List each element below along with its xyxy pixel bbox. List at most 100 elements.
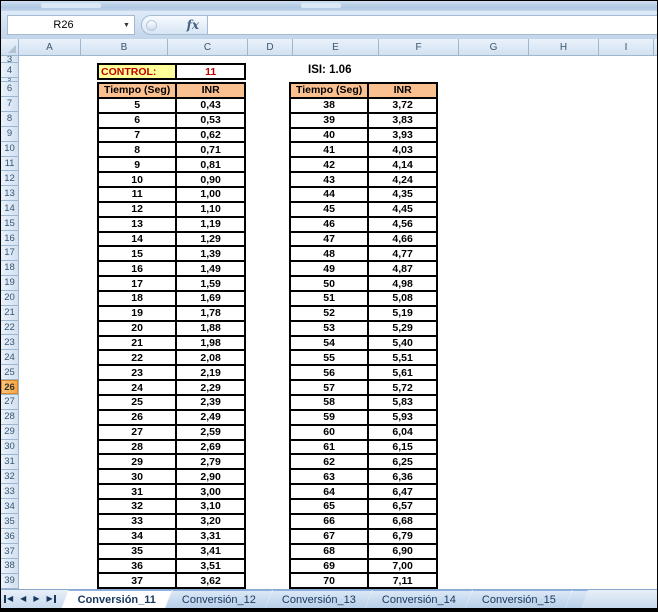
inr-cell[interactable]: 1,69 xyxy=(177,292,244,305)
inr-cell[interactable]: 5,83 xyxy=(369,396,436,409)
time-cell[interactable]: 45 xyxy=(291,203,369,216)
row-header-39[interactable]: 39 xyxy=(1,574,19,589)
isi-value-cell[interactable]: ISI: 1.06 xyxy=(308,64,351,76)
time-cell[interactable]: 15 xyxy=(99,247,177,260)
inr-cell[interactable]: 0,53 xyxy=(177,114,244,127)
previous-sheet-button[interactable]: ◀ xyxy=(20,595,26,603)
time-cell[interactable]: 61 xyxy=(291,441,369,454)
column-header-f[interactable]: F xyxy=(379,39,459,56)
time-cell[interactable]: 35 xyxy=(99,545,177,558)
row-header-22[interactable]: 22 xyxy=(1,321,19,336)
time-cell[interactable]: 23 xyxy=(99,366,177,379)
first-sheet-button[interactable]: ◀ xyxy=(4,595,13,603)
inr-cell[interactable]: 2,69 xyxy=(177,441,244,454)
formula-input[interactable] xyxy=(207,15,657,35)
time-cell[interactable]: 27 xyxy=(99,426,177,439)
time-cell[interactable]: 48 xyxy=(291,247,369,260)
inr-cell[interactable]: 1,59 xyxy=(177,277,244,290)
time-cell[interactable]: 57 xyxy=(291,381,369,394)
sheet-area[interactable]: CONTROL: 11 ISI: 1.06 Tiempo (Seg) INR 5… xyxy=(19,56,657,589)
time-cell[interactable]: 6 xyxy=(99,114,177,127)
sheet-tab-1[interactable]: Conversión_11 xyxy=(62,590,172,608)
inr-cell[interactable]: 6,25 xyxy=(369,455,436,468)
time-cell[interactable]: 30 xyxy=(99,470,177,483)
time-header-cell[interactable]: Tiempo (Seg) xyxy=(291,84,369,97)
time-cell[interactable]: 21 xyxy=(99,337,177,350)
inr-cell[interactable]: 5,72 xyxy=(369,381,436,394)
row-header-20[interactable]: 20 xyxy=(1,291,19,306)
time-cell[interactable]: 47 xyxy=(291,233,369,246)
row-header-15[interactable]: 15 xyxy=(1,216,19,231)
time-cell[interactable]: 63 xyxy=(291,470,369,483)
time-cell[interactable]: 31 xyxy=(99,485,177,498)
time-cell[interactable]: 55 xyxy=(291,351,369,364)
column-header-partial[interactable] xyxy=(654,39,658,56)
time-cell[interactable]: 60 xyxy=(291,426,369,439)
inr-cell[interactable]: 7,11 xyxy=(369,574,436,587)
time-cell[interactable]: 29 xyxy=(99,455,177,468)
sheet-tab-2[interactable]: Conversión_12 xyxy=(166,590,272,608)
time-header-cell[interactable]: Tiempo (Seg) xyxy=(99,84,177,97)
inr-cell[interactable]: 3,93 xyxy=(369,129,436,142)
row-header-35[interactable]: 35 xyxy=(1,514,19,529)
row-header-37[interactable]: 37 xyxy=(1,544,19,559)
row-header-6[interactable]: 6 xyxy=(1,82,19,97)
inr-cell[interactable]: 5,61 xyxy=(369,366,436,379)
time-cell[interactable]: 36 xyxy=(99,560,177,573)
inr-cell[interactable]: 1,00 xyxy=(177,188,244,201)
row-header-33[interactable]: 33 xyxy=(1,484,19,499)
inr-cell[interactable]: 6,68 xyxy=(369,515,436,528)
inr-cell[interactable]: 2,49 xyxy=(177,411,244,424)
row-header-23[interactable]: 23 xyxy=(1,335,19,350)
time-cell[interactable]: 10 xyxy=(99,173,177,186)
time-cell[interactable]: 25 xyxy=(99,396,177,409)
time-cell[interactable]: 67 xyxy=(291,530,369,543)
time-cell[interactable]: 33 xyxy=(99,515,177,528)
inr-cell[interactable]: 6,15 xyxy=(369,441,436,454)
inr-cell[interactable]: 3,31 xyxy=(177,530,244,543)
name-box[interactable]: R26 ▼ xyxy=(7,15,135,35)
control-value-cell[interactable]: 11 xyxy=(177,65,244,78)
time-cell[interactable]: 32 xyxy=(99,500,177,513)
row-header-17[interactable]: 17 xyxy=(1,246,19,261)
inr-cell[interactable]: 2,19 xyxy=(177,366,244,379)
row-header-21[interactable]: 21 xyxy=(1,306,19,321)
inr-cell[interactable]: 0,43 xyxy=(177,99,244,112)
row-header-13[interactable]: 13 xyxy=(1,186,19,201)
row-header-3[interactable]: 3 xyxy=(1,56,19,63)
time-cell[interactable]: 34 xyxy=(99,530,177,543)
inr-cell[interactable]: 1,19 xyxy=(177,218,244,231)
time-cell[interactable]: 38 xyxy=(291,99,369,112)
time-cell[interactable]: 42 xyxy=(291,158,369,171)
row-header-9[interactable]: 9 xyxy=(1,127,19,142)
inr-cell[interactable]: 3,41 xyxy=(177,545,244,558)
row-header-25[interactable]: 25 xyxy=(1,365,19,380)
inr-cell[interactable]: 6,36 xyxy=(369,470,436,483)
inr-cell[interactable]: 4,35 xyxy=(369,188,436,201)
sheet-tab-3[interactable]: Conversión_13 xyxy=(266,590,372,608)
time-cell[interactable]: 58 xyxy=(291,396,369,409)
time-cell[interactable]: 46 xyxy=(291,218,369,231)
time-cell[interactable]: 49 xyxy=(291,262,369,275)
row-header-34[interactable]: 34 xyxy=(1,499,19,514)
inr-cell[interactable]: 1,88 xyxy=(177,322,244,335)
inr-cell[interactable]: 5,93 xyxy=(369,411,436,424)
inr-cell[interactable]: 2,08 xyxy=(177,351,244,364)
name-box-dropdown-icon[interactable]: ▼ xyxy=(119,22,134,29)
inr-cell[interactable]: 3,10 xyxy=(177,500,244,513)
row-header-29[interactable]: 29 xyxy=(1,425,19,440)
time-cell[interactable]: 65 xyxy=(291,500,369,513)
inr-cell[interactable]: 4,87 xyxy=(369,262,436,275)
inr-cell[interactable]: 4,66 xyxy=(369,233,436,246)
inr-cell[interactable]: 4,03 xyxy=(369,143,436,156)
column-header-e[interactable]: E xyxy=(293,39,379,56)
last-sheet-button[interactable]: ▶ xyxy=(46,595,55,603)
column-header-i[interactable]: I xyxy=(599,39,654,56)
time-cell[interactable]: 5 xyxy=(99,99,177,112)
time-cell[interactable]: 43 xyxy=(291,173,369,186)
inr-cell[interactable]: 6,90 xyxy=(369,545,436,558)
time-cell[interactable]: 17 xyxy=(99,277,177,290)
inr-cell[interactable]: 0,81 xyxy=(177,158,244,171)
inr-cell[interactable]: 3,72 xyxy=(369,99,436,112)
insert-function-button[interactable]: fx xyxy=(141,15,207,35)
